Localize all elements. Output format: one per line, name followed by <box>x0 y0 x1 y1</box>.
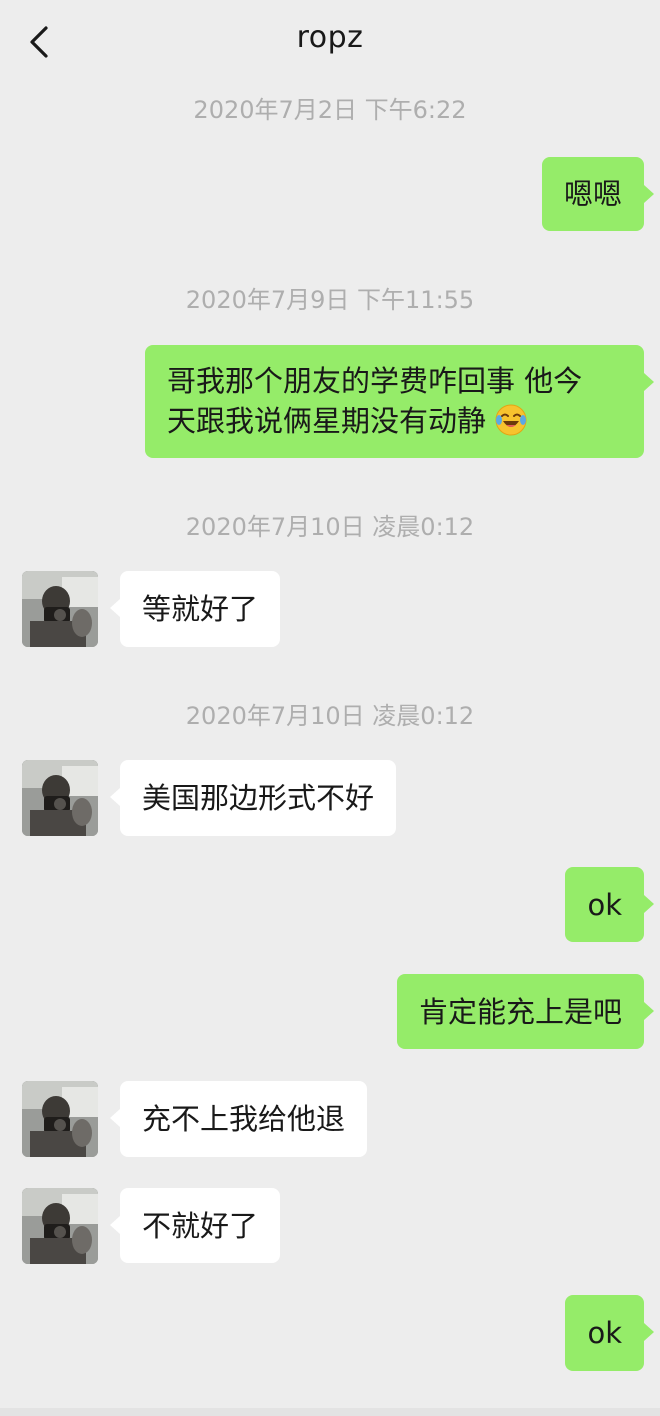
message-text: 等就好了 <box>142 592 259 626</box>
avatar-photo-icon <box>22 571 98 647</box>
chat-title: ropz <box>296 20 364 55</box>
contact-avatar[interactable] <box>22 1188 98 1264</box>
message-text: ok <box>587 887 622 922</box>
message-timestamp: 2020年7月10日 凌晨0:12 <box>185 702 475 730</box>
received-message-bubble[interactable]: 不就好了 <box>109 1188 281 1263</box>
laughing-tears-emoji-icon <box>495 404 527 436</box>
received-message-bubble[interactable]: 美国那边形式不好 <box>109 760 397 836</box>
message-text: 充不上我给他退 <box>142 1102 346 1136</box>
message-text: 美国那边形式不好 <box>142 781 375 815</box>
message-text-line: 哥我那个朋友的学费咋回事 他今 <box>167 364 583 398</box>
sent-message-bubble[interactable]: 哥我那个朋友的学费咋回事 他今 天跟我说俩星期没有动静 <box>145 345 654 458</box>
sent-message-bubble[interactable]: ok <box>565 867 654 942</box>
message-text: 嗯嗯 <box>563 177 622 211</box>
chat-header: ropz <box>0 0 660 84</box>
message-timestamp: 2020年7月9日 下午11:55 <box>185 286 475 314</box>
message-timestamp: 2020年7月10日 凌晨0:12 <box>185 513 475 541</box>
message-text-line: 天跟我说俩星期没有动静 <box>167 404 487 438</box>
received-message-bubble[interactable]: 充不上我给他退 <box>109 1081 368 1157</box>
received-message-bubble[interactable]: 等就好了 <box>109 571 281 647</box>
sent-message-bubble[interactable]: 肯定能充上是吧 <box>396 974 655 1049</box>
message-timestamp: 2020年7月2日 下午6:22 <box>193 96 467 124</box>
message-text: ok <box>587 1316 622 1350</box>
contact-avatar[interactable] <box>22 571 98 647</box>
message-text: 肯定能充上是吧 <box>418 994 622 1029</box>
sent-message-bubble[interactable]: ok <box>565 1295 654 1371</box>
message-text: 不就好了 <box>142 1208 259 1243</box>
bottom-divider <box>0 1408 660 1416</box>
contact-avatar[interactable] <box>22 760 98 836</box>
avatar-photo-icon <box>22 760 98 836</box>
avatar-photo-icon <box>22 1188 98 1264</box>
avatar-photo-icon <box>22 1081 98 1157</box>
contact-avatar[interactable] <box>22 1081 98 1157</box>
sent-message-bubble[interactable]: 嗯嗯 <box>541 157 655 231</box>
